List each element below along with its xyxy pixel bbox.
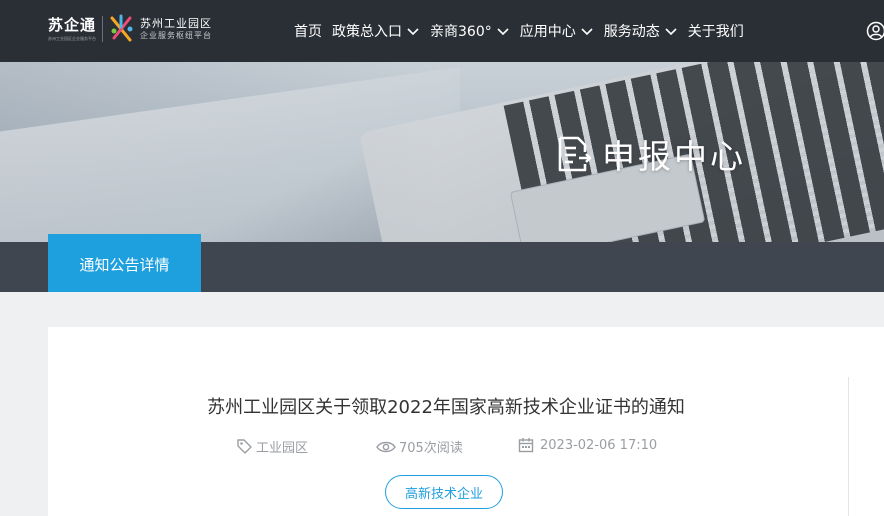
- nav-item-home[interactable]: 首页: [294, 21, 322, 41]
- top-navigation-bar: 苏企通 苏州工业园区企业服务平台 苏州工业园区 企业服务枢纽平台 首页 政策总入…: [0, 0, 884, 62]
- main-menu: 首页 政策总入口 亲商360° 应用中心 服务动态 关于我们: [294, 20, 754, 42]
- nav-item-policy[interactable]: 政策总入口: [332, 21, 420, 41]
- chevron-down-icon: [665, 28, 677, 36]
- document-edit-icon: [558, 136, 592, 172]
- tab-notice-detail[interactable]: 通知公告详情: [48, 234, 201, 292]
- nav-item-label: 应用中心: [519, 24, 576, 40]
- chevron-down-icon: [407, 28, 419, 36]
- article-date-text: 2023-02-06 17:10: [540, 437, 658, 453]
- article-reads: 705次阅读: [376, 437, 463, 456]
- logo-divider: [102, 16, 104, 42]
- article-source: 工业园区: [236, 437, 308, 456]
- card-divider: [848, 377, 849, 516]
- park-subtitle: 企业服务枢纽平台: [140, 31, 213, 40]
- chevron-down-icon: [581, 28, 593, 36]
- hero-banner: 申报中心: [0, 62, 884, 242]
- logo-subtext: 苏州工业园区企业服务平台: [48, 35, 96, 41]
- nav-item-label: 亲商360°: [430, 24, 492, 40]
- site-logo[interactable]: 苏企通 苏州工业园区企业服务平台 苏州工业园区 企业服务枢纽平台: [48, 14, 212, 44]
- nav-item-label: 关于我们: [687, 24, 744, 40]
- banner-title-text: 申报中心: [602, 137, 746, 176]
- chevron-down-icon: [497, 28, 509, 36]
- article-reads-text: 705次阅读: [399, 441, 463, 456]
- nav-item-label: 首页: [294, 24, 322, 40]
- nav-item-service-news[interactable]: 服务动态: [604, 21, 678, 41]
- article-source-text: 工业园区: [256, 441, 309, 456]
- park-title: 苏州工业园区: [140, 17, 213, 30]
- user-circle-icon[interactable]: [866, 21, 884, 41]
- eye-icon: [376, 441, 396, 452]
- calendar-icon: [518, 438, 534, 453]
- tag-icon: [237, 439, 252, 454]
- article-date: 2023-02-06 17:10: [518, 437, 657, 453]
- nav-item-app-center[interactable]: 应用中心: [520, 21, 594, 41]
- nav-item-about[interactable]: 关于我们: [688, 21, 744, 41]
- article-title: 苏州工业园区关于领取2022年国家高新技术企业证书的通知: [207, 397, 685, 418]
- nav-item-business-360[interactable]: 亲商360°: [430, 21, 510, 41]
- banner-shade: [0, 62, 884, 242]
- article-tag-button[interactable]: 高新技术企业: [385, 475, 503, 509]
- logo-wordmark: 苏企通 苏州工业园区企业服务平台: [48, 17, 96, 42]
- nav-item-label: 政策总入口: [332, 24, 402, 40]
- park-text: 苏州工业园区 企业服务枢纽平台: [140, 17, 212, 41]
- banner-title: 申报中心: [552, 130, 746, 178]
- logo-text: 苏企通: [48, 15, 97, 34]
- park-emblem-icon: [110, 14, 133, 42]
- nav-item-label: 服务动态: [603, 24, 660, 40]
